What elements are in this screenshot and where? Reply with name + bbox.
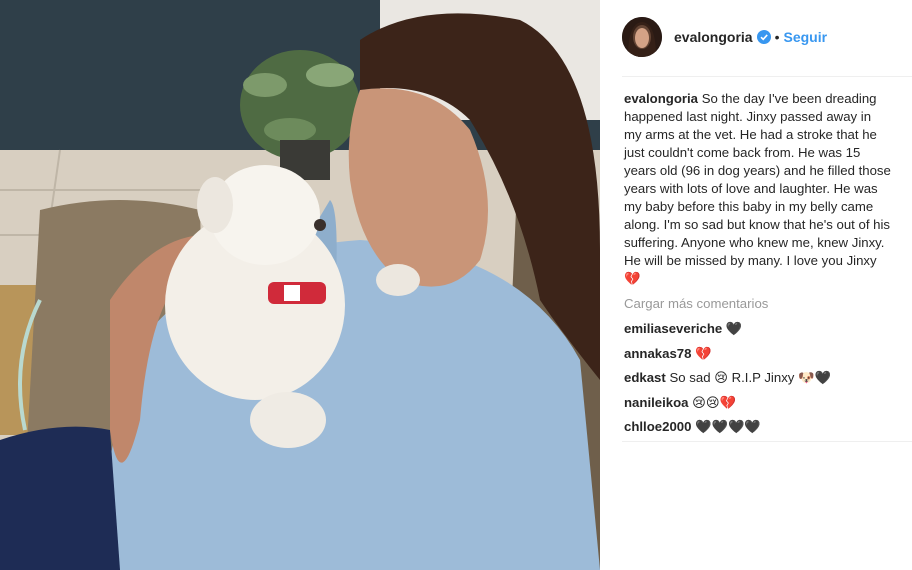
comment-text: 🖤 <box>725 321 743 336</box>
comment-item: annakas78 💔 <box>624 345 892 370</box>
comment-item: chlloe2000 🖤🖤🖤🖤 <box>624 418 892 443</box>
comment-item: edkast So sad 😢 R.I.P Jinxy 🐶🖤 <box>624 369 892 394</box>
comment-username[interactable]: chlloe2000 <box>624 419 691 434</box>
comment-text: 💔 <box>695 345 712 361</box>
photo-illustration <box>0 0 600 570</box>
comment-username[interactable]: edkast <box>624 370 666 385</box>
instagram-post: evalongoria • Seguir evalongoria So the … <box>0 0 912 570</box>
comment-item: nanileikoa 😢😢💔 <box>624 394 892 419</box>
avatar-image <box>622 17 662 57</box>
avatar[interactable] <box>622 17 662 57</box>
follow-button[interactable]: Seguir <box>784 29 828 45</box>
caption-text: So the day I've been dreading happened l… <box>624 91 891 286</box>
comments-list: emiliaseveriche 🖤 annakas78 💔 edkast So … <box>624 320 892 443</box>
post-username[interactable]: evalongoria <box>674 29 753 45</box>
post-caption: evalongoria So the day I've been dreadin… <box>624 90 892 288</box>
post-photo[interactable] <box>0 0 600 570</box>
post-header: evalongoria • Seguir <box>622 16 890 58</box>
comment-text: So sad 😢 R.I.P Jinxy 🐶🖤 <box>669 370 831 385</box>
caption-username[interactable]: evalongoria <box>624 91 698 106</box>
comments-divider <box>622 441 912 442</box>
separator-dot: • <box>774 29 780 45</box>
comment-text: 🖤🖤🖤🖤 <box>695 419 761 434</box>
post-sidebar: evalongoria • Seguir evalongoria So the … <box>600 0 912 570</box>
load-more-comments-button[interactable]: Cargar más comentarios <box>624 296 768 311</box>
comment-username[interactable]: annakas78 <box>624 346 691 361</box>
verified-badge-icon <box>756 30 771 44</box>
comment-username[interactable]: nanileikoa <box>624 395 689 410</box>
comment-text: 😢😢💔 <box>692 394 737 410</box>
comment-username[interactable]: emiliaseveriche <box>624 321 722 336</box>
comment-item: emiliaseveriche 🖤 <box>624 320 892 345</box>
header-divider <box>622 76 912 77</box>
